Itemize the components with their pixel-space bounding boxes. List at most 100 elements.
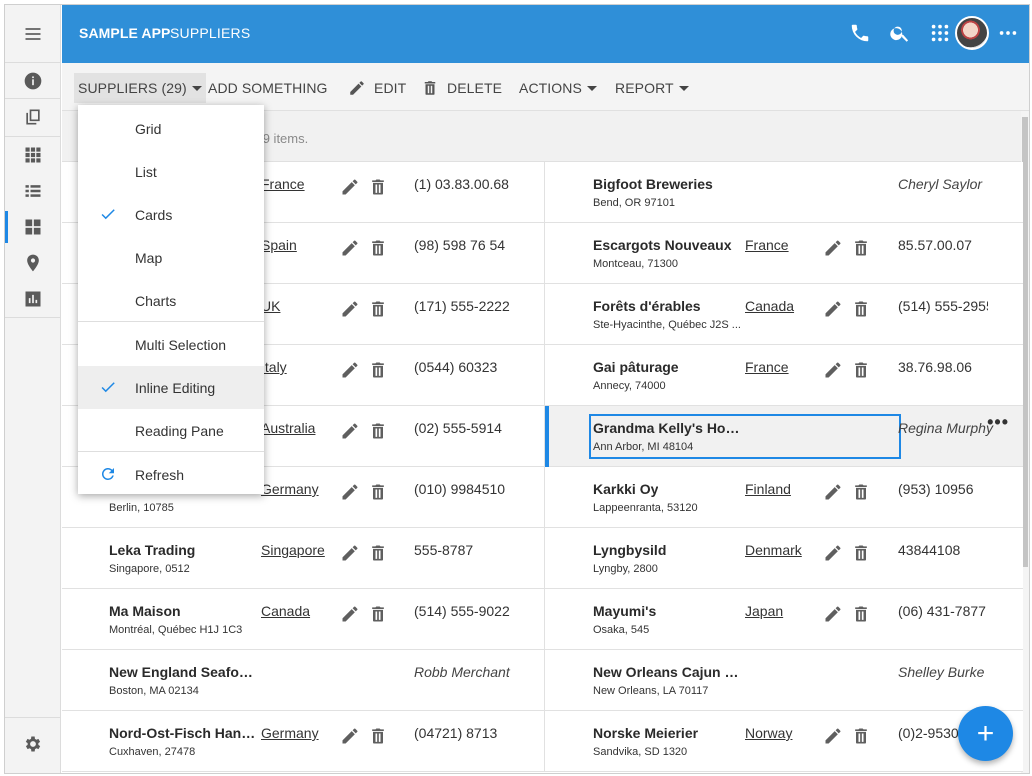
supplier-card[interactable]: •••Grandma Kelly's HomesteadAnn Arbor, M… <box>545 406 1023 467</box>
trash-icon[interactable] <box>368 360 388 380</box>
map-view-button[interactable] <box>5 245 61 281</box>
menu-item-charts[interactable]: Charts <box>78 279 264 322</box>
country-link[interactable]: Canada <box>261 603 310 619</box>
pencil-icon[interactable] <box>823 360 843 380</box>
supplier-card[interactable]: New England Seafood Cannery Boston, MA 02… <box>62 650 545 711</box>
apps-button[interactable] <box>929 22 951 44</box>
supplier-card[interactable]: Mayumi's Osaka, 545 Japan (06) 431-7877 <box>545 589 1023 650</box>
country-link[interactable]: France <box>745 359 789 375</box>
trash-icon[interactable] <box>851 482 871 502</box>
country-link[interactable]: Denmark <box>745 542 802 558</box>
menu-item-inline-editing[interactable]: Inline Editing <box>78 366 264 409</box>
pencil-icon[interactable] <box>823 726 843 746</box>
country-link[interactable]: Singapore <box>261 542 325 558</box>
supplier-card[interactable]: Karkki Oy Lappeenranta, 53120 Finland (953)… <box>545 467 1023 528</box>
country-link[interactable]: Spain <box>261 237 297 253</box>
supplier-name: Leka Trading <box>109 542 196 558</box>
trash-icon[interactable] <box>368 421 388 441</box>
supplier-address: Sandvika, SD 1320 <box>593 746 688 758</box>
supplier-phone: (514) 555-2955 <box>898 298 988 314</box>
country-link[interactable]: Germany <box>261 481 319 497</box>
trash-icon[interactable] <box>368 238 388 258</box>
trash-icon[interactable] <box>368 177 388 197</box>
pencil-icon[interactable] <box>340 238 360 258</box>
hamburger-menu-button[interactable] <box>5 5 61 63</box>
search-button[interactable] <box>889 22 911 44</box>
pencil-icon[interactable] <box>823 543 843 563</box>
user-avatar[interactable] <box>955 16 989 50</box>
pencil-icon[interactable] <box>340 482 360 502</box>
pencil-icon[interactable] <box>340 177 360 197</box>
pencil-icon[interactable] <box>340 299 360 319</box>
menu-item-cards[interactable]: Cards <box>78 193 264 236</box>
suppliers-view-dropdown[interactable]: SUPPLIERS (29) <box>74 73 206 103</box>
trash-icon[interactable] <box>851 238 871 258</box>
report-dropdown[interactable]: REPORT <box>615 76 689 100</box>
supplier-card[interactable]: Leka Trading Singapore, 0512 Singapore 555-… <box>62 528 545 589</box>
pencil-icon[interactable] <box>823 482 843 502</box>
menu-item-reading-pane[interactable]: Reading Pane <box>78 409 264 452</box>
supplier-card[interactable]: Nord-Ost-Fisch Hand... Cuxhaven, 27478 Ger… <box>62 711 545 772</box>
country-link[interactable]: Japan <box>745 603 783 619</box>
pencil-icon[interactable] <box>823 238 843 258</box>
country-link[interactable]: Norway <box>745 725 792 741</box>
country-link[interactable]: Finland <box>745 481 791 497</box>
pencil-icon[interactable] <box>340 543 360 563</box>
pencil-icon[interactable] <box>340 421 360 441</box>
supplier-card[interactable]: Norske Meierier Sandvika, SD 1320 Norway (0… <box>545 711 1023 772</box>
country-link[interactable]: Australia <box>261 420 315 436</box>
supplier-phone: (171) 555-2222 <box>414 298 510 314</box>
more-options-button[interactable] <box>997 22 1019 44</box>
supplier-card[interactable]: Lyngbysild Lyngby, 2800 Denmark 43844108 <box>545 528 1023 589</box>
trash-icon[interactable] <box>851 604 871 624</box>
trash-icon[interactable] <box>851 726 871 746</box>
menu-item-list[interactable]: List <box>78 150 264 193</box>
grid-view-button[interactable] <box>5 137 61 173</box>
add-fab-button[interactable]: + <box>958 706 1013 761</box>
actions-dropdown[interactable]: ACTIONS <box>519 76 597 100</box>
supplier-card[interactable]: Bigfoot Breweries Bend, OR 97101 Cheryl Sa… <box>545 162 1023 223</box>
country-link[interactable]: France <box>745 237 789 253</box>
country-link[interactable]: Italy <box>261 359 287 375</box>
list-view-button[interactable] <box>5 173 61 209</box>
supplier-card[interactable]: Escargots Nouveaux Montceau, 71300 France 8… <box>545 223 1023 284</box>
phone-button[interactable] <box>849 22 871 44</box>
app-title[interactable]: SAMPLE APP <box>79 25 171 41</box>
charts-view-button[interactable] <box>5 281 61 317</box>
menu-item-map[interactable]: Map <box>78 236 264 279</box>
supplier-card[interactable]: Ma Maison Montréal, Québec H1J 1C3 Canada (… <box>62 589 545 650</box>
pencil-icon[interactable] <box>823 604 843 624</box>
delete-button[interactable]: DELETE <box>421 76 502 100</box>
pencil-icon[interactable] <box>340 360 360 380</box>
country-link[interactable]: Germany <box>261 725 319 741</box>
trash-icon[interactable] <box>368 543 388 563</box>
country-link[interactable]: Canada <box>745 298 794 314</box>
info-button[interactable] <box>5 63 61 99</box>
trash-icon[interactable] <box>368 299 388 319</box>
trash-icon[interactable] <box>368 604 388 624</box>
settings-button[interactable] <box>5 726 61 762</box>
menu-item-grid[interactable]: Grid <box>78 107 264 150</box>
supplier-phone: 555-8787 <box>414 542 474 558</box>
trash-icon[interactable] <box>851 299 871 319</box>
cards-view-button[interactable] <box>5 209 61 245</box>
supplier-card[interactable]: New Orleans Cajun Delights New Orleans, L… <box>545 650 1023 711</box>
add-something-button[interactable]: ADD SOMETHING <box>208 76 328 100</box>
pencil-icon[interactable] <box>823 299 843 319</box>
country-link[interactable]: France <box>261 176 305 192</box>
menu-divider <box>78 451 264 452</box>
menu-item-multi-selection[interactable]: Multi Selection <box>78 323 264 366</box>
pages-button[interactable] <box>5 99 61 135</box>
copy-icon <box>26 109 40 125</box>
menu-item-refresh[interactable]: Refresh <box>78 453 264 496</box>
trash-icon[interactable] <box>851 543 871 563</box>
trash-icon[interactable] <box>368 482 388 502</box>
trash-icon[interactable] <box>851 360 871 380</box>
edit-button[interactable]: EDIT <box>348 76 406 100</box>
trash-icon[interactable] <box>368 726 388 746</box>
pencil-icon[interactable] <box>340 604 360 624</box>
supplier-card[interactable]: Forêts d'érables Ste-Hyacinthe, Québec J2… <box>545 284 1023 345</box>
supplier-name: New Orleans Cajun Delights <box>593 664 743 680</box>
pencil-icon[interactable] <box>340 726 360 746</box>
supplier-card[interactable]: Gai pâturage Annecy, 74000 France 38.76.98.… <box>545 345 1023 406</box>
